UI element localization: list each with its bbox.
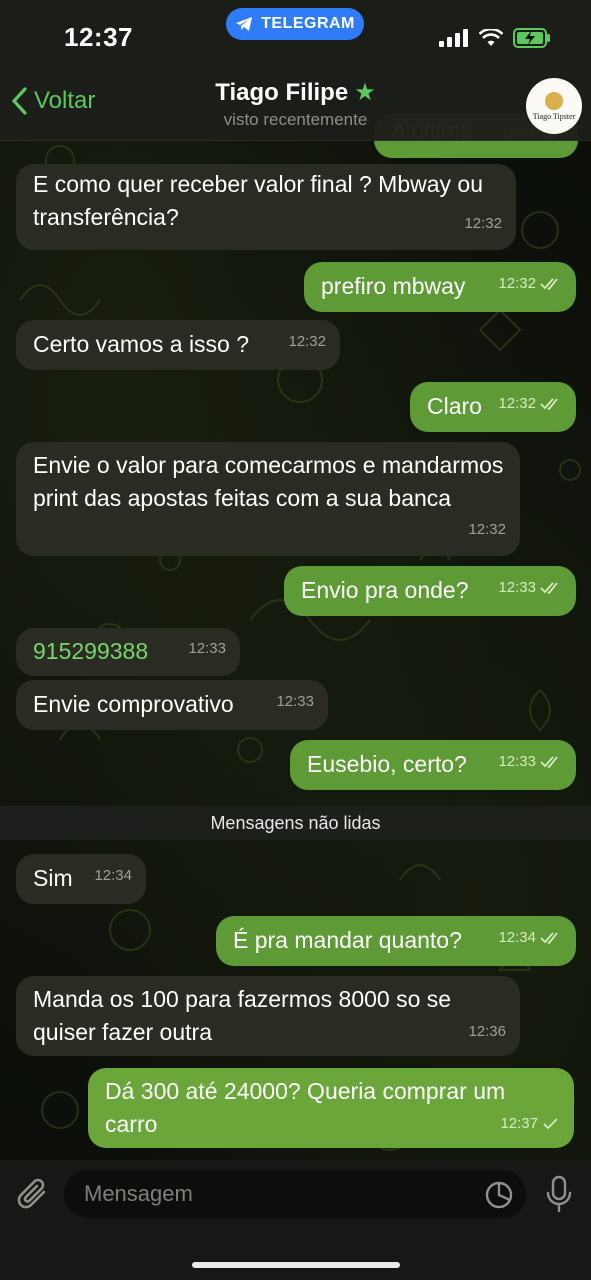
- message-text: Envie o valor para comecarmos e mandarmo…: [33, 452, 504, 511]
- message-time: 12:34: [94, 867, 132, 884]
- message-bubble-outgoing[interactable]: É pra mandar quanto? 12:34: [216, 916, 576, 966]
- status-icons: [439, 27, 551, 53]
- contact-avatar[interactable]: Tiago Tipster: [526, 78, 582, 134]
- message-bubble-incoming[interactable]: Manda os 100 para fazermos 8000 so se qu…: [16, 976, 520, 1056]
- chat-header: 12:37 TELEGRAM Voltar Tiago Filipe ★ vist…: [0, 0, 591, 141]
- message-bubble-incoming[interactable]: Envie o valor para comecarmos e mandarmo…: [16, 442, 520, 556]
- app-pill-label: TELEGRAM: [261, 15, 355, 32]
- message-meta: 12:34: [498, 921, 562, 954]
- message-bubble-incoming[interactable]: 915299388 12:33: [16, 628, 240, 676]
- read-checkmarks-icon: [540, 755, 562, 769]
- status-bar-time: 12:37: [64, 22, 133, 52]
- microphone-icon: [546, 1175, 572, 1213]
- message-time: 12:33: [498, 753, 536, 770]
- message-time: 12:33: [498, 579, 536, 596]
- message-time: 12:32: [464, 215, 502, 232]
- telegram-plane-icon: [235, 16, 253, 32]
- message-time: 12:32: [498, 395, 536, 412]
- message-bubble-incoming[interactable]: Certo vamos a isso ? 12:32: [16, 320, 340, 370]
- message-bubble-outgoing[interactable]: prefiro mbway 12:32: [304, 262, 576, 312]
- message-time: 12:34: [498, 929, 536, 946]
- cellular-signal-icon: [439, 29, 469, 52]
- message-meta: 12:32: [498, 387, 562, 420]
- message-bubble-incoming[interactable]: Envie comprovativo 12:33: [16, 680, 328, 730]
- message-time: 12:33: [276, 693, 314, 710]
- message-bubble-incoming[interactable]: E como quer receber valor final ? Mbway …: [16, 164, 516, 250]
- read-checkmarks-icon: [540, 931, 562, 945]
- message-text: E como quer receber valor final ? Mbway …: [33, 171, 483, 230]
- message-time: 12:33: [188, 640, 226, 657]
- sent-checkmark-icon: [542, 1117, 560, 1131]
- wifi-icon: [478, 27, 504, 52]
- message-meta: 12:32: [498, 267, 562, 300]
- message-time: 12:32: [498, 275, 536, 292]
- unread-messages-divider: Mensagens não lidas: [0, 806, 591, 840]
- message-time: 12:37: [500, 1115, 538, 1132]
- read-checkmarks-icon: [540, 581, 562, 595]
- tipster-logo-icon: [545, 91, 563, 110]
- message-bubble-outgoing[interactable]: Claro 12:32: [410, 382, 576, 432]
- voice-record-button[interactable]: [544, 1174, 574, 1219]
- message-time: 12:32: [288, 333, 326, 350]
- contact-name: Tiago Filipe: [215, 79, 349, 106]
- paperclip-icon: [17, 1178, 46, 1209]
- sticker-icon: [485, 1181, 513, 1209]
- message-text: Manda os 100 para fazermos 8000 so se qu…: [33, 986, 452, 1045]
- home-indicator[interactable]: [192, 1262, 400, 1268]
- read-checkmarks-icon: [540, 397, 562, 411]
- premium-star-icon: ★: [354, 79, 376, 106]
- contact-last-seen: visto recentemente: [223, 110, 368, 129]
- sticker-button[interactable]: [484, 1180, 514, 1215]
- contact-name-row[interactable]: Tiago Filipe ★: [0, 78, 591, 107]
- message-meta: 12:37: [500, 1107, 560, 1140]
- return-to-app-pill[interactable]: TELEGRAM: [226, 8, 364, 40]
- message-bubble-incoming[interactable]: Sim 12:34: [16, 854, 146, 904]
- message-meta: 12:33: [498, 745, 562, 778]
- message-bubble-outgoing[interactable]: Dá 300 até 24000? Queria comprar um carr…: [88, 1068, 574, 1148]
- message-time: 12:32: [468, 521, 506, 538]
- message-time: 12:36: [468, 1023, 506, 1040]
- battery-charging-icon: [513, 28, 551, 53]
- avatar-logo-text: Tiago Tipster: [532, 111, 576, 121]
- attach-button[interactable]: [16, 1174, 52, 1219]
- message-bubble-outgoing[interactable]: Eusebio, certo? 12:33: [290, 740, 576, 790]
- read-checkmarks-icon: [540, 277, 562, 291]
- message-input[interactable]: [64, 1170, 526, 1218]
- message-meta: 12:33: [498, 571, 562, 604]
- message-bubble-outgoing[interactable]: Envio pra onde? 12:33: [284, 566, 576, 616]
